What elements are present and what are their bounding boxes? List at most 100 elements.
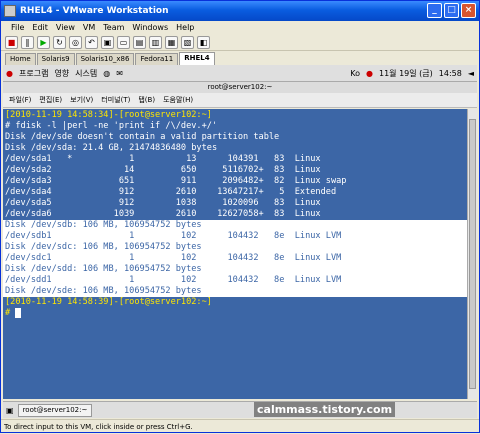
- redhat-icon[interactable]: ●: [6, 69, 13, 78]
- terminal-line: Disk /dev/sdd: 106 MB, 106954752 bytes: [3, 264, 467, 275]
- scrollbar-thumb[interactable]: [469, 119, 476, 389]
- terminal-line: Disk /dev/sde doesn't contain a valid pa…: [5, 132, 467, 143]
- terminal-line-text: /dev/sda4 912 2610 13647217+ 5 Extended: [5, 187, 337, 197]
- terminal-line-text: [2010-11-19 14:58:34]-[root@server102:~]: [5, 110, 212, 120]
- tab-fedora11[interactable]: Fedora11: [135, 53, 179, 65]
- terminal-line: /dev/sdb1 1 102 104432 8e Linux LVM: [3, 231, 467, 242]
- taskbar-label: root@server102:~: [22, 405, 88, 414]
- reset-icon[interactable]: ↻: [53, 35, 66, 49]
- toolbar: ■ ‖ ▶ ↻ ◎ ↶ ▣ ▭ ▤ ▥ ▦ ▧ ◧: [1, 34, 479, 51]
- summary-view-icon[interactable]: ▦: [165, 35, 178, 49]
- terminal-line: /dev/sda5 912 1038 1020096 83 Linux: [5, 198, 467, 209]
- window-title: RHEL4 - VMware Workstation: [20, 6, 169, 16]
- menu-file[interactable]: File: [11, 23, 24, 32]
- terminal-line: # fdisk -l |perl -ne 'print if /\/dev.+/…: [5, 121, 467, 132]
- tab-label: RHEL4: [184, 54, 210, 62]
- programs-menu[interactable]: 프로그램: [19, 68, 48, 79]
- terminal-line: /dev/sda4 912 2610 13647217+ 5 Extended: [5, 187, 467, 198]
- gnome-bottom-panel: ▣ root@server102:~: [3, 401, 477, 418]
- tab-home[interactable]: Home: [5, 53, 36, 65]
- terminal-line-text: #: [5, 308, 16, 318]
- fullscreen-icon[interactable]: ▭: [117, 35, 130, 49]
- tab-solaris10[interactable]: Solaris10_x86: [75, 53, 135, 65]
- terminal-output[interactable]: [2010-11-19 14:58:34]-[root@server102:~]…: [3, 109, 467, 399]
- terminal-line-text: /dev/sdc1 1 102 104432 8e Linux LVM: [5, 253, 342, 263]
- snapshot-icon[interactable]: ◎: [69, 35, 82, 49]
- terminal-line: /dev/sda2 14 650 5116702+ 83 Linux: [5, 165, 467, 176]
- menu-help[interactable]: Help: [176, 23, 194, 32]
- terminal-line-text: /dev/sda1 * 1 13 104391 83 Linux: [5, 154, 321, 164]
- vmware-icon: [4, 5, 16, 17]
- play-icon[interactable]: ▶: [37, 35, 50, 49]
- terminal-scrollbar[interactable]: [467, 109, 477, 399]
- term-menu-terminal[interactable]: 터미널(T): [101, 95, 130, 105]
- vmware-window: RHEL4 - VMware Workstation _ □ × File Ed…: [0, 0, 480, 433]
- terminal-line-text: /dev/sdd1 1 102 104432 8e Linux LVM: [5, 275, 342, 285]
- term-menu-edit[interactable]: 편집(E): [39, 95, 62, 105]
- terminal-title: root@server102:~: [3, 82, 477, 93]
- terminal-line-text: [2010-11-19 14:58:39]-[root@server102:~]: [5, 297, 212, 307]
- terminal-line: Disk /dev/sda: 21.4 GB, 21474836480 byte…: [5, 143, 467, 154]
- terminal-line: /dev/sda6 1039 2610 12627058+ 83 Linux: [5, 209, 467, 220]
- terminal-line-text: Disk /dev/sdd: 106 MB, 106954752 bytes: [5, 264, 202, 274]
- mail-icon[interactable]: ✉: [116, 69, 123, 78]
- terminal-line-text: Disk /dev/sdc: 106 MB, 106954752 bytes: [5, 242, 202, 252]
- menu-team[interactable]: Team: [103, 23, 124, 32]
- status-bar: To direct input to this VM, click inside…: [1, 419, 479, 433]
- snapshot-manager-icon[interactable]: ▣: [101, 35, 114, 49]
- panel-time: 14:58: [438, 68, 462, 78]
- unity-icon[interactable]: ◧: [197, 35, 210, 49]
- maximize-button[interactable]: □: [444, 3, 459, 18]
- tab-label: Home: [10, 55, 31, 63]
- terminal-line-text: Disk /dev/sdb: 106 MB, 106954752 bytes: [5, 220, 202, 230]
- tab-label: Fedora11: [140, 55, 174, 63]
- menu-vm[interactable]: VM: [83, 23, 95, 32]
- taskbar-terminal-button[interactable]: root@server102:~: [17, 403, 93, 417]
- menu-bar: File Edit View VM Team Windows Help: [1, 21, 479, 34]
- terminal-cursor: [15, 308, 22, 318]
- gnome-top-panel: ● 프로그램 영향 시스템 ◍ ✉ Ko ● 11월 19일 (금) 14:58…: [3, 65, 477, 82]
- terminal-line: [2010-11-19 14:58:34]-[root@server102:~]: [5, 110, 467, 121]
- terminal-line-text: # fdisk -l |perl -ne 'print if /\/dev.+/…: [5, 121, 218, 131]
- show-desktop-icon[interactable]: ▣: [6, 406, 14, 415]
- keyboard-indicator[interactable]: Ko: [350, 69, 360, 78]
- pause-icon[interactable]: ‖: [21, 35, 34, 49]
- terminal-line: /dev/sdc1 1 102 104432 8e Linux LVM: [3, 253, 467, 264]
- menu-view[interactable]: View: [56, 23, 75, 32]
- terminal-line: Disk /dev/sde: 106 MB, 106954752 bytes: [3, 286, 467, 297]
- tab-rhel4[interactable]: RHEL4: [179, 52, 215, 65]
- appliance-view-icon[interactable]: ▧: [181, 35, 194, 49]
- minimize-button[interactable]: _: [427, 3, 442, 18]
- places-menu[interactable]: 영향: [54, 68, 69, 79]
- window-controls: _ □ ×: [427, 3, 476, 18]
- terminal-line-text: /dev/sda5 912 1038 1020096 83 Linux: [5, 198, 321, 208]
- terminal-line: [2010-11-19 14:58:39]-[root@server102:~]: [5, 297, 467, 308]
- quick-switch-icon[interactable]: ▤: [133, 35, 146, 49]
- term-menu-view[interactable]: 보기(V): [70, 95, 93, 105]
- revert-icon[interactable]: ↶: [85, 35, 98, 49]
- browser-icon[interactable]: ◍: [103, 69, 110, 78]
- terminal-line: /dev/sdd1 1 102 104432 8e Linux LVM: [3, 275, 467, 286]
- terminal-line: #: [5, 308, 467, 319]
- term-menu-file[interactable]: 파일(F): [9, 95, 31, 105]
- system-menu[interactable]: 시스템: [75, 68, 97, 79]
- terminal-line-text: Disk /dev/sde doesn't contain a valid pa…: [5, 132, 280, 142]
- terminal-menu-bar: 파일(F) 편집(E) 보기(V) 터미널(T) 탭(B) 도움말(H): [3, 93, 477, 108]
- terminal-line: Disk /dev/sdc: 106 MB, 106954752 bytes: [3, 242, 467, 253]
- menu-edit[interactable]: Edit: [32, 23, 48, 32]
- volume-icon[interactable]: ◄: [468, 69, 474, 78]
- console-view-icon[interactable]: ▥: [149, 35, 162, 49]
- close-button[interactable]: ×: [461, 3, 476, 18]
- vm-tabs: Home Solaris9 Solaris10_x86 Fedora11 RHE…: [1, 52, 479, 65]
- title-bar: RHEL4 - VMware Workstation _ □ ×: [1, 1, 479, 21]
- tab-solaris9[interactable]: Solaris9: [36, 53, 75, 65]
- term-menu-tabs[interactable]: 탭(B): [138, 95, 155, 105]
- update-alert-icon[interactable]: ●: [366, 69, 373, 78]
- terminal-line-text: /dev/sda6 1039 2610 12627058+ 83 Linux: [5, 209, 321, 219]
- menu-windows[interactable]: Windows: [132, 23, 168, 32]
- watermark: calmmass.tistory.com: [254, 402, 396, 417]
- stop-icon[interactable]: ■: [5, 35, 18, 49]
- terminal-line: Disk /dev/sdb: 106 MB, 106954752 bytes: [3, 220, 467, 231]
- terminal-line-text: Disk /dev/sde: 106 MB, 106954752 bytes: [5, 286, 202, 296]
- term-menu-help[interactable]: 도움말(H): [163, 95, 193, 105]
